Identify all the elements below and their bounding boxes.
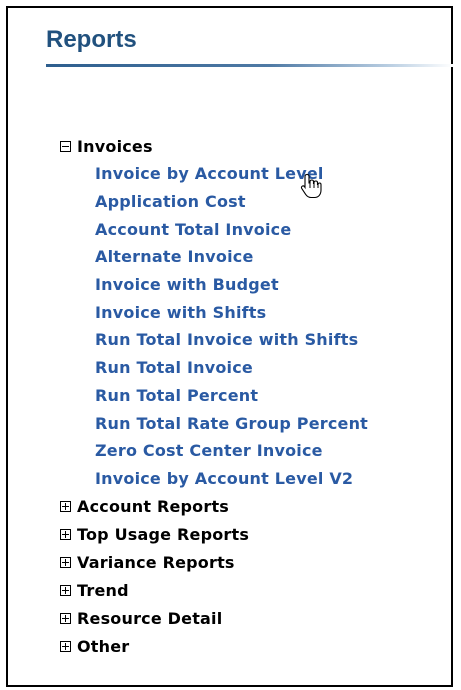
node-label-trend[interactable]: Trend [77, 581, 129, 600]
report-link-invoice-with-budget[interactable]: Invoice with Budget [95, 275, 279, 294]
node-label-top-usage-reports[interactable]: Top Usage Reports [77, 525, 249, 544]
tree-node-variance-reports[interactable]: Variance Reports [60, 548, 450, 576]
tree-node-account-reports[interactable]: Account Reports [60, 492, 450, 520]
report-link-invoice-by-account-level-v2[interactable]: Invoice by Account Level V2 [95, 469, 353, 488]
node-label-resource-detail[interactable]: Resource Detail [77, 609, 222, 628]
node-label-invoices[interactable]: Invoices [77, 137, 153, 156]
node-label-other[interactable]: Other [77, 637, 129, 656]
report-link-invoice-with-shifts[interactable]: Invoice with Shifts [95, 303, 266, 322]
collapse-toggle-icon[interactable] [60, 140, 71, 152]
expand-toggle-icon[interactable] [60, 528, 71, 540]
expand-toggle-icon[interactable] [60, 640, 71, 652]
report-link-account-total-invoice[interactable]: Account Total Invoice [95, 220, 291, 239]
tree-node-trend[interactable]: Trend [60, 576, 450, 604]
tree-node-top-usage-reports[interactable]: Top Usage Reports [60, 520, 450, 548]
tree-node-resource-detail[interactable]: Resource Detail [60, 604, 450, 632]
report-link-run-total-rate-group-percent[interactable]: Run Total Rate Group Percent [95, 414, 368, 433]
node-label-variance-reports[interactable]: Variance Reports [77, 553, 235, 572]
title-underline [46, 64, 453, 67]
invoices-children: Invoice by Account Level Application Cos… [60, 160, 450, 492]
report-link-run-total-invoice[interactable]: Run Total Invoice [95, 358, 253, 377]
expand-toggle-icon[interactable] [60, 584, 71, 596]
hand-pointer-icon [300, 173, 322, 199]
tree-node-other[interactable]: Other [60, 632, 450, 660]
report-link-application-cost[interactable]: Application Cost [95, 192, 246, 211]
report-link-run-total-percent[interactable]: Run Total Percent [95, 386, 258, 405]
report-link-invoice-by-account-level[interactable]: Invoice by Account Level [95, 164, 324, 183]
expand-toggle-icon[interactable] [60, 500, 71, 512]
report-link-run-total-invoice-with-shifts[interactable]: Run Total Invoice with Shifts [95, 330, 358, 349]
expand-toggle-icon[interactable] [60, 612, 71, 624]
report-tree: Invoices Invoice by Account Level Applic… [60, 132, 450, 660]
report-link-zero-cost-center-invoice[interactable]: Zero Cost Center Invoice [95, 441, 323, 460]
expand-toggle-icon[interactable] [60, 556, 71, 568]
tree-node-invoices[interactable]: Invoices [60, 132, 450, 160]
page-title: Reports [46, 26, 137, 53]
report-link-alternate-invoice[interactable]: Alternate Invoice [95, 247, 254, 266]
node-label-account-reports[interactable]: Account Reports [77, 497, 229, 516]
